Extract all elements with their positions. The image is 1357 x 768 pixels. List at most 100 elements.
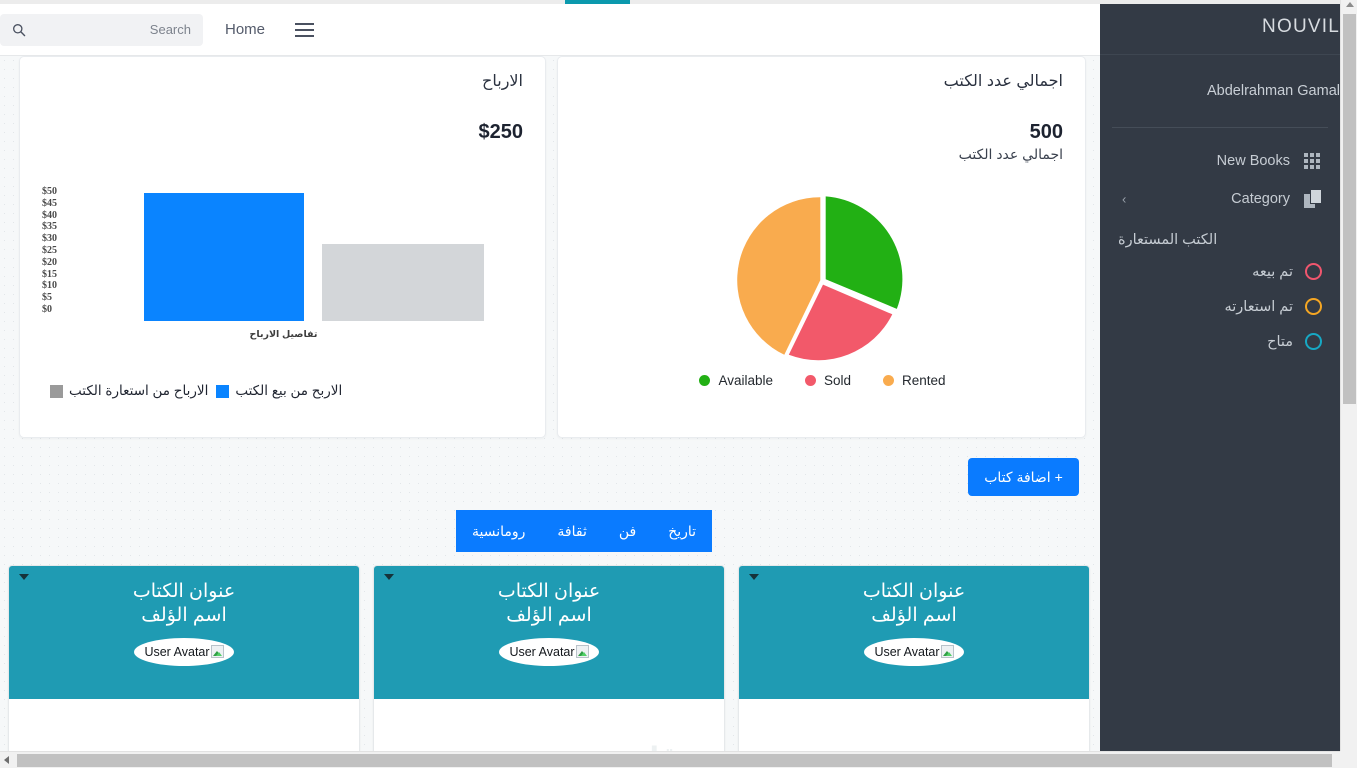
bar-chart-legend: الاربح من بيع الكتب الارباح من استعارة ا…	[50, 383, 342, 399]
top-navigation-bar: Home	[0, 4, 1100, 56]
sidebar-item-category[interactable]: Category ‹	[1100, 180, 1340, 218]
legend-swatch-sales-profit	[216, 384, 230, 398]
legend-item-rented[interactable]: Rented	[883, 373, 946, 388]
y-tick: $25	[42, 244, 57, 256]
tab-culture[interactable]: ثقافة	[541, 510, 602, 552]
sidebar-nav: New Books Category ‹ الكتب المستعارة تم …	[1100, 128, 1340, 359]
book-card-body	[9, 699, 359, 751]
sidebar-brand[interactable]: NOUVIL	[1100, 0, 1340, 55]
horizontal-scrollbar-thumb[interactable]	[17, 754, 1332, 767]
profit-kpi-value: $250	[478, 121, 524, 143]
pie-chart-legend: Available Sold Rented	[558, 373, 1087, 388]
copy-icon	[1302, 189, 1322, 209]
bar-rental-profit[interactable]	[322, 244, 484, 321]
book-avatar-wrap: User Avatar	[739, 637, 1089, 666]
sidebar-item-label: Category	[1231, 191, 1290, 207]
book-card-body	[739, 699, 1089, 751]
horizontal-scrollbar[interactable]	[0, 751, 1357, 768]
avatar[interactable]: User Avatar	[499, 637, 599, 666]
avatar[interactable]: User Avatar	[134, 637, 234, 666]
user-name: Abdelrahman Gamal	[1207, 83, 1340, 99]
chevron-down-icon[interactable]	[384, 574, 394, 580]
stats-cards-row: اجمالي عدد الكتب 500 اجمالي عدد الكتب Av…	[16, 56, 1086, 438]
y-tick: $40	[42, 209, 57, 221]
y-tick: $20	[42, 256, 57, 268]
y-tick: $10	[42, 280, 57, 292]
hamburger-menu-icon[interactable]	[287, 13, 321, 47]
avatar[interactable]: User Avatar	[864, 637, 964, 666]
bar-sales-profit[interactable]	[144, 193, 304, 321]
page-loading-bar	[565, 0, 630, 4]
profit-card-title: الارباح	[482, 73, 523, 90]
grid-icon	[1302, 151, 1322, 171]
main-content-area: مستقل mostaql.com اجمالي عدد الكتب 500 ا…	[0, 56, 1100, 751]
tab-history[interactable]: تاريخ	[652, 510, 712, 552]
sidebar-item-sold[interactable]: تم بيعه	[1100, 254, 1340, 289]
legend-item-rental-profit[interactable]: الارباح من استعارة الكتب	[50, 383, 208, 399]
book-card[interactable]: عنوان الكتاب اسم الؤلف User Avatar	[8, 565, 360, 751]
book-card-header: عنوان الكتاب اسم الؤلف User Avatar	[9, 566, 359, 699]
nav-home-link[interactable]: Home	[203, 21, 287, 38]
book-title: عنوان الكتاب	[132, 581, 236, 602]
total-books-card-title: اجمالي عدد الكتب	[943, 73, 1063, 90]
vertical-scrollbar-thumb[interactable]	[1343, 14, 1356, 404]
vertical-scrollbar[interactable]	[1340, 0, 1357, 751]
y-tick: $15	[42, 268, 57, 280]
y-tick: $0	[42, 303, 52, 315]
sidebar-item-label: متاح	[1267, 333, 1293, 350]
sidebar-item-label: تم استعارته	[1224, 298, 1294, 315]
book-title: عنوان الكتاب	[497, 581, 601, 602]
category-tabs: تاريخ فن ثقافة رومانسية	[456, 510, 713, 552]
brand-name: NOUVIL	[1262, 16, 1340, 37]
tab-art[interactable]: فن	[603, 510, 652, 552]
tab-romance[interactable]: رومانسية	[456, 510, 541, 552]
bar-chart-plot-area	[60, 193, 510, 321]
circle-outline-icon	[1305, 263, 1322, 280]
legend-label-rented: Rented	[902, 373, 946, 388]
book-author: اسم الؤلف	[506, 604, 592, 626]
legend-item-sold[interactable]: Sold	[804, 373, 851, 388]
sidebar-item-available[interactable]: متاح	[1100, 324, 1340, 359]
circle-outline-icon	[1305, 333, 1322, 350]
book-card[interactable]: عنوان الكتاب اسم الؤلف User Avatar	[373, 565, 725, 751]
search-box[interactable]	[0, 13, 203, 46]
chevron-down-icon[interactable]	[19, 574, 29, 580]
legend-dot-available	[699, 375, 711, 386]
broken-image-icon	[210, 645, 224, 658]
sidebar-user-profile[interactable]: Abdelrahman Gamal	[1100, 55, 1340, 127]
legend-item-sales-profit[interactable]: الاربح من بيع الكتب	[216, 383, 342, 399]
book-card[interactable]: عنوان الكتاب اسم الؤلف User Avatar	[738, 565, 1090, 751]
broken-image-icon	[575, 645, 589, 658]
page-loading-track	[0, 0, 1340, 4]
y-tick: $30	[42, 233, 57, 245]
chevron-left-icon[interactable]: ‹	[1122, 192, 1126, 207]
total-books-kpi-value: 500	[1029, 121, 1063, 143]
search-input[interactable]	[0, 13, 203, 46]
book-card-header: عنوان الكتاب اسم الؤلف User Avatar	[739, 566, 1089, 699]
chevron-down-icon[interactable]	[749, 574, 759, 580]
y-tick: $45	[42, 197, 57, 209]
book-author: اسم الؤلف	[871, 604, 957, 626]
sidebar-section-title: الكتب المستعارة	[1118, 232, 1218, 248]
legend-label-sales-profit: الاربح من بيع الكتب	[235, 383, 343, 398]
legend-swatch-rental-profit	[50, 384, 63, 398]
book-card-header: عنوان الكتاب اسم الؤلف User Avatar	[374, 566, 724, 699]
legend-item-available[interactable]: Available	[699, 373, 773, 388]
add-book-button[interactable]: + اضافة كتاب	[968, 458, 1079, 496]
scroll-left-arrow-icon[interactable]	[4, 756, 9, 764]
search-icon	[12, 23, 26, 37]
circle-outline-icon	[1305, 298, 1322, 315]
sidebar-item-new-books[interactable]: New Books	[1100, 142, 1340, 180]
profit-card: الارباح $250 $50 $45 $40 $35 $30 $25 $20…	[19, 56, 546, 438]
avatar-alt-text: User Avatar	[509, 644, 575, 659]
scrollbar-corner	[1340, 751, 1357, 768]
book-author: اسم الؤلف	[141, 604, 227, 626]
book-title: عنوان الكتاب	[862, 581, 966, 602]
total-books-kpi-label: اجمالي عدد الكتب	[958, 146, 1063, 162]
bar-chart-x-label: تفاصيل الارباح	[249, 329, 318, 340]
bar-chart: $50 $45 $40 $35 $30 $25 $20 $15 $10 $5 $…	[20, 187, 547, 437]
scroll-up-arrow-icon[interactable]	[1346, 2, 1354, 7]
sidebar-item-borrowed[interactable]: تم استعارته	[1100, 289, 1340, 324]
y-tick: $5	[42, 292, 52, 304]
legend-dot-sold	[804, 375, 816, 386]
